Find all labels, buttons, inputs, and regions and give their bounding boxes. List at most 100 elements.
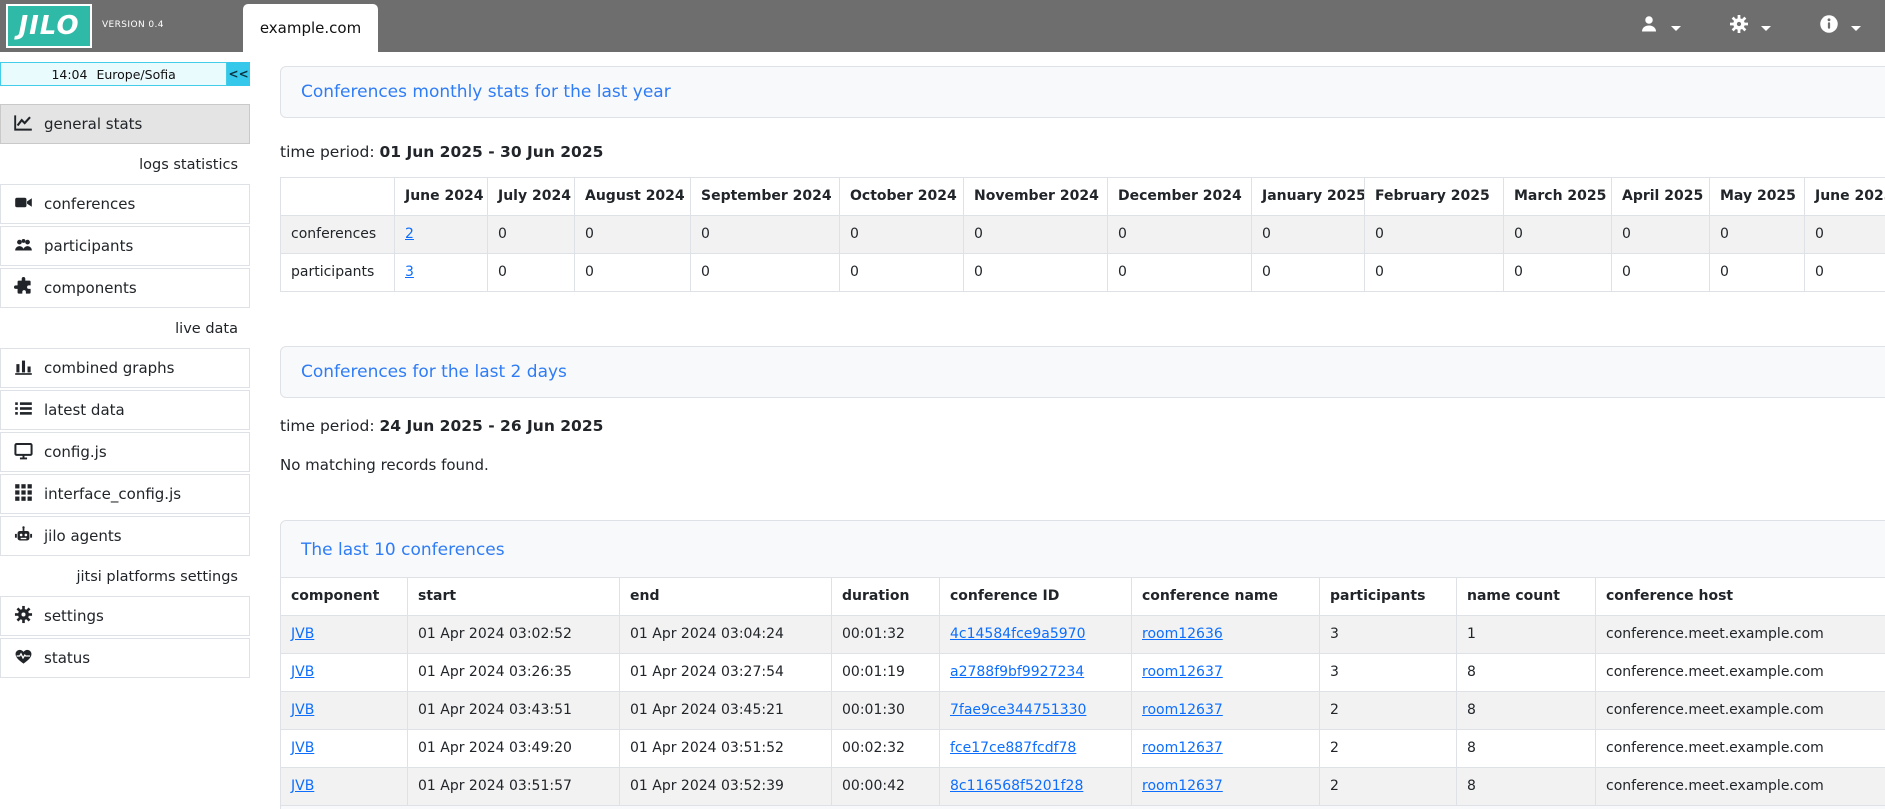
cell-link[interactable]: 2 — [405, 226, 414, 242]
table-cell: conference.meet.example.com — [1596, 654, 1885, 692]
table-cell: 7fae9ce344751330 — [940, 692, 1132, 730]
cell-link[interactable]: fce17ce887fcdf78 — [950, 740, 1076, 756]
sidebar-item-latest-data[interactable]: latest data — [0, 390, 250, 430]
table-cell: JVB — [281, 616, 408, 654]
sidebar-item-interface-config-js[interactable]: interface_config.js — [0, 474, 250, 514]
sidebar-item-settings[interactable]: settings — [0, 596, 250, 636]
grid-icon — [14, 483, 33, 506]
clock-time: 14:04 — [51, 67, 87, 82]
table-cell: 0 — [488, 254, 575, 292]
column-header: January 2025 — [1252, 178, 1365, 216]
sidebar-item-combined-graphs[interactable]: combined graphs — [0, 348, 250, 388]
sidebar-item-participants[interactable]: participants — [0, 226, 250, 266]
column-header: February 2025 — [1365, 178, 1504, 216]
column-header: October 2024 — [840, 178, 964, 216]
cell-link[interactable]: 4c14584fce9a5970 — [950, 626, 1086, 642]
sidebar-item-conferences[interactable]: conferences — [0, 184, 250, 224]
gear-icon — [14, 605, 33, 628]
platform-tab[interactable]: example.com — [243, 4, 378, 52]
column-header: conference name — [1132, 578, 1320, 616]
sidebar-item-status[interactable]: status — [0, 638, 250, 678]
column-header: participants — [1320, 578, 1457, 616]
recent-conferences-card: Conferences for the last 2 days time per… — [280, 346, 1885, 474]
user-menu-toggle[interactable] — [1639, 14, 1681, 38]
time-period-value: 24 Jun 2025 - 26 Jun 2025 — [379, 417, 603, 435]
table-cell: 3 — [1320, 654, 1457, 692]
info-menu-toggle[interactable] — [1819, 14, 1861, 38]
cell-link[interactable]: a2788f9bf9927234 — [950, 664, 1084, 680]
user-icon — [1639, 14, 1659, 38]
table-cell: 01 Apr 2024 03:51:52 — [620, 730, 832, 768]
table-cell: 0 — [964, 254, 1108, 292]
table-cell: 2 — [1320, 730, 1457, 768]
cell-link[interactable]: 3 — [405, 264, 414, 280]
puzzle-icon — [14, 277, 33, 300]
column-header: June 2024 — [395, 178, 488, 216]
table-cell: room12637 — [1132, 730, 1320, 768]
sidebar-item-general-stats[interactable]: general stats — [0, 104, 250, 144]
table-cell: 1 — [1457, 616, 1596, 654]
list-icon — [14, 399, 33, 422]
settings-menu-toggle[interactable] — [1729, 14, 1771, 38]
table-cell: 0 — [840, 254, 964, 292]
sidebar-item-config-js[interactable]: config.js — [0, 432, 250, 472]
cell-link[interactable]: JVB — [291, 664, 314, 680]
cell-link[interactable]: room12637 — [1142, 664, 1223, 680]
table-cell: 0 — [1108, 254, 1252, 292]
table-cell: 8c116568f5201f28 — [940, 768, 1132, 806]
cell-link[interactable]: room12637 — [1142, 778, 1223, 794]
table-cell: JVB — [281, 768, 408, 806]
table-cell: conference.meet.example.com — [1596, 616, 1885, 654]
cell-link[interactable]: JVB — [291, 740, 314, 756]
sidebar-item-components[interactable]: components — [0, 268, 250, 308]
clock-row: 14:04 Europe/Sofia << — [0, 62, 250, 86]
cell-link[interactable]: JVB — [291, 626, 314, 642]
sidebar-item-jilo-agents[interactable]: jilo agents — [0, 516, 250, 556]
table-cell: 0 — [840, 216, 964, 254]
sidebar-section-jitsi-platforms-settings: jitsi platforms settings — [0, 558, 250, 596]
table-row: conferences2000000000000 — [281, 216, 1885, 254]
sidebar-item-label: settings — [44, 607, 104, 625]
column-header: December 2024 — [1108, 178, 1252, 216]
table-cell: fce17ce887fcdf78 — [940, 730, 1132, 768]
table-cell: room12636 — [1132, 616, 1320, 654]
table-cell: 01 Apr 2024 03:26:35 — [408, 654, 620, 692]
table-cell: 01 Apr 2024 03:02:52 — [408, 616, 620, 654]
table-cell: 3 — [395, 254, 488, 292]
cell-link[interactable]: 7fae9ce344751330 — [950, 702, 1086, 718]
cell-link[interactable]: JVB — [291, 702, 314, 718]
sidebar-item-label: config.js — [44, 443, 107, 461]
sidebar-item-label: combined graphs — [44, 359, 174, 377]
table-cell: 0 — [1365, 254, 1504, 292]
table-cell: room12637 — [1132, 654, 1320, 692]
table-cell: 00:01:30 — [832, 692, 940, 730]
top-bar: JILO VERSION 0.4 example.com — [0, 0, 1885, 52]
table-cell: 0 — [1710, 216, 1805, 254]
table-cell: 0 — [964, 216, 1108, 254]
table-cell: conference.meet.example.com — [1596, 768, 1885, 806]
table-cell: conference.meet.example.com — [1596, 692, 1885, 730]
cell-link[interactable]: room12637 — [1142, 702, 1223, 718]
cell-link[interactable]: 8c116568f5201f28 — [950, 778, 1083, 794]
column-header: component — [281, 578, 408, 616]
column-header: August 2024 — [575, 178, 691, 216]
table-cell: conference.meet.example.com — [1596, 730, 1885, 768]
cell-link[interactable]: JVB — [291, 778, 314, 794]
table-cell: 01 Apr 2024 03:49:20 — [408, 730, 620, 768]
table-cell: 00:01:19 — [832, 654, 940, 692]
table-cell: conferences — [281, 216, 395, 254]
time-period-label: time period: — [280, 417, 375, 435]
column-header: September 2024 — [691, 178, 840, 216]
cell-link[interactable]: room12637 — [1142, 740, 1223, 756]
table-cell: 0 — [1504, 254, 1612, 292]
table-cell: 2 — [1320, 768, 1457, 806]
table-cell: 01 Apr 2024 03:52:39 — [620, 768, 832, 806]
cell-link[interactable]: room12636 — [1142, 626, 1223, 642]
users-icon — [14, 235, 33, 258]
sidebar-item-label: components — [44, 279, 137, 297]
sidebar-collapse-button[interactable]: << — [227, 62, 250, 86]
app-logo[interactable]: JILO — [6, 4, 92, 48]
column-header: April 2025 — [1612, 178, 1710, 216]
table-cell: participants — [281, 254, 395, 292]
monitor-icon — [14, 441, 33, 464]
